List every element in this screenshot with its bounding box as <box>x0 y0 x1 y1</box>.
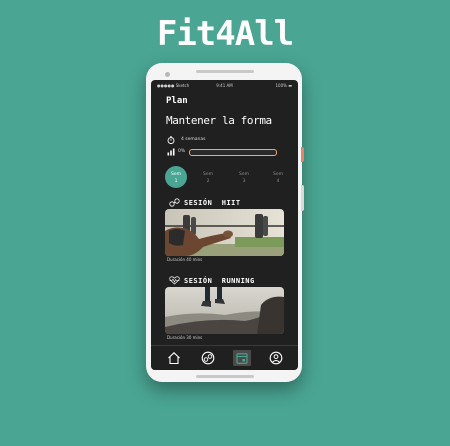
barbell-icon <box>169 198 180 207</box>
phone-volume-button <box>301 185 304 211</box>
phone-speaker <box>196 70 254 73</box>
heartbeat-icon <box>169 276 180 285</box>
plan-progress: 0% <box>167 148 287 156</box>
session-title: SESIÓN HIIT <box>184 199 241 207</box>
session-card-hiit[interactable] <box>165 209 284 256</box>
phone-camera <box>165 72 170 77</box>
progress-percent: 0% <box>178 149 186 154</box>
tab-home[interactable] <box>165 350 183 366</box>
session-card-running[interactable] <box>165 287 284 334</box>
session-name: RUNNING <box>221 277 255 285</box>
calendar-icon <box>236 353 248 364</box>
tab-workouts[interactable] <box>199 350 217 366</box>
week-number: 3 <box>242 179 246 184</box>
running-photo <box>165 287 284 334</box>
status-bar: ●●●●● Sketch 9:41 AM 100% ▬ <box>151 83 298 91</box>
plan-goal-title: Mantener la forma <box>166 114 272 127</box>
hiit-photo <box>165 209 284 256</box>
dumbbell-circle-icon <box>201 351 215 365</box>
week-label: Sem <box>202 172 213 177</box>
session-prefix: SESIÓN <box>184 199 213 207</box>
week-label: Sem <box>272 172 283 177</box>
session-title: SESIÓN RUNNING <box>184 277 255 285</box>
session-duration: Duración 30 mins <box>167 335 203 340</box>
week-tab-3[interactable]: Sem 3 <box>233 166 255 188</box>
page-title: Plan <box>166 96 188 106</box>
duration-text: 4 semanas <box>181 137 206 142</box>
app-screen: ●●●●● Sketch 9:41 AM 100% ▬ Plan Mantene… <box>151 80 298 370</box>
profile-icon <box>269 351 283 365</box>
week-label: Sem <box>238 172 249 177</box>
bar-chart-icon <box>167 148 175 156</box>
week-tab-4[interactable]: Sem 4 <box>267 166 289 188</box>
week-tab-2[interactable]: Sem 2 <box>197 166 219 188</box>
week-number: 1 <box>174 179 178 184</box>
week-label: Sem <box>170 172 181 177</box>
week-tab-1[interactable]: Sem 1 <box>165 166 187 188</box>
session-prefix: SESIÓN <box>184 277 213 285</box>
progress-bar <box>189 149 277 156</box>
week-selector: Sem 1 Sem 2 Sem 3 Sem 4 <box>151 166 298 190</box>
phone-home-indicator <box>196 375 254 378</box>
battery-label: 100% ▬ <box>275 83 293 88</box>
phone-side-button <box>301 147 304 162</box>
session-duration: Duración 40 mins <box>167 257 203 262</box>
home-icon <box>168 352 180 365</box>
tab-profile[interactable] <box>267 350 285 366</box>
stopwatch-icon <box>167 136 175 144</box>
week-number: 2 <box>206 179 210 184</box>
app-brand-title: Fit4All <box>156 14 294 54</box>
tab-plan[interactable] <box>233 350 251 366</box>
session-name: HIIT <box>221 199 241 207</box>
bottom-tab-bar <box>151 345 298 370</box>
week-number: 4 <box>276 179 280 184</box>
